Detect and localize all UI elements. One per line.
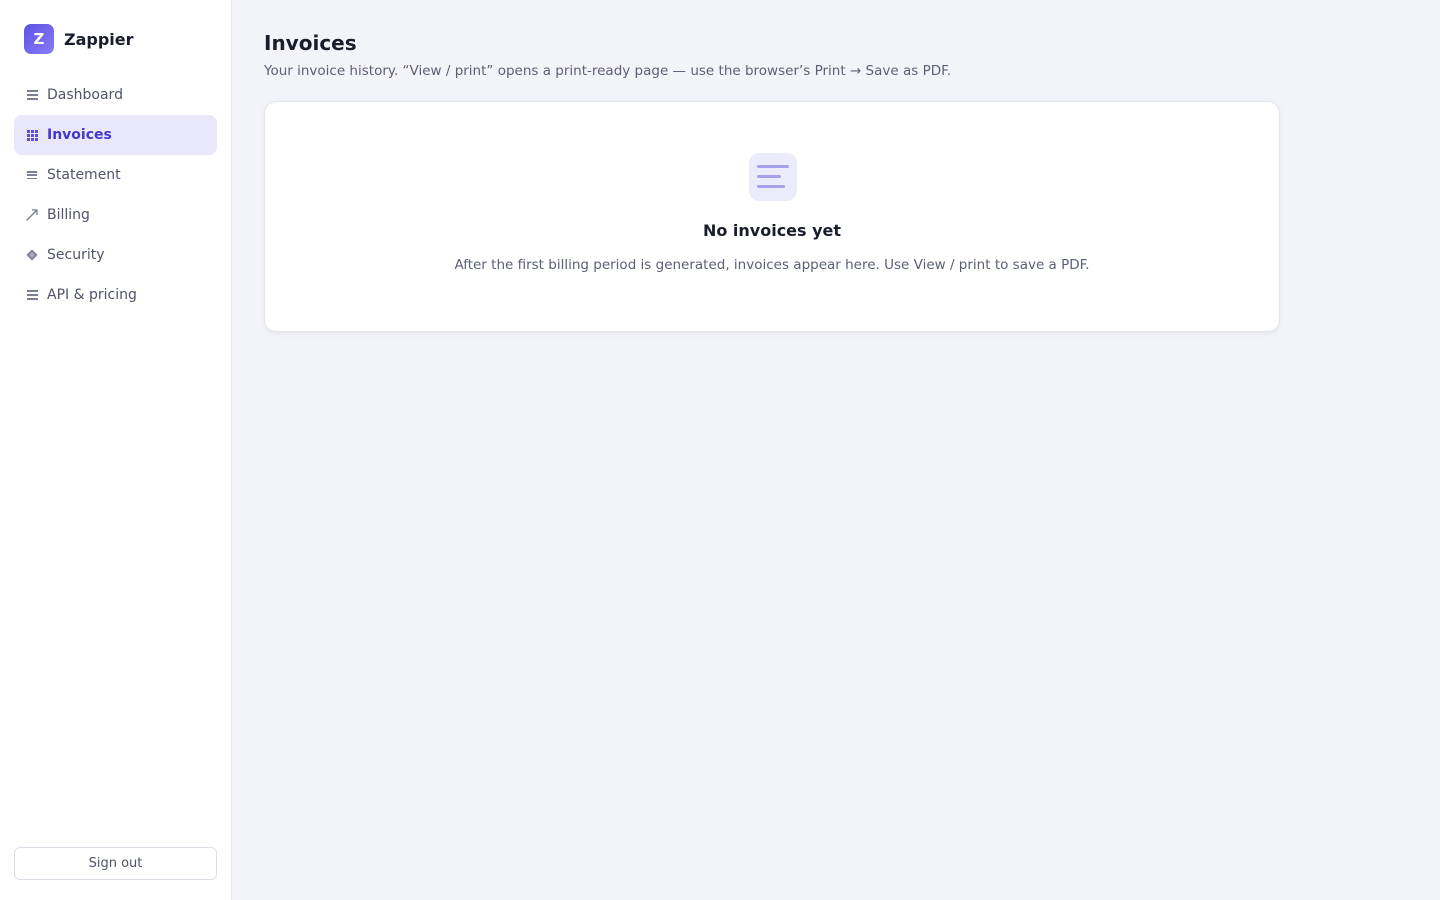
invoices-empty-card: No invoices yet After the first billing … (264, 101, 1280, 332)
empty-state-title: No invoices yet (702, 221, 842, 240)
app-logo: Z (24, 24, 54, 54)
main-content: Invoices Your invoice history. “View / p… (264, 30, 1280, 332)
sidebar: Z Zappier Dashboard Invoices Statement B… (0, 0, 232, 900)
sidebar-item-invoices[interactable]: Invoices (14, 115, 217, 155)
page-title: Invoices (264, 31, 357, 55)
statement-lines-icon (25, 168, 39, 182)
sidebar-item-security[interactable]: Security (14, 235, 217, 275)
sidebar-item-api-pricing[interactable]: API & pricing (14, 275, 217, 315)
sidebar-item-dashboard[interactable]: Dashboard (14, 75, 217, 115)
sidebar-item-label: Dashboard (47, 87, 123, 103)
api-icon (25, 288, 39, 302)
document-lines-icon (749, 153, 797, 201)
app-name: Zappier (64, 29, 134, 49)
billing-arrow-icon (25, 208, 39, 222)
sidebar-item-label: Statement (47, 167, 121, 183)
sidebar-item-statement[interactable]: Statement (14, 155, 217, 195)
sidebar-nav: Dashboard Invoices Statement Billing Sec… (14, 75, 217, 315)
empty-state-description: After the first billing period is genera… (454, 257, 1090, 273)
page-subtitle: Your invoice history. “View / print” ope… (264, 63, 952, 79)
security-diamond-icon (25, 248, 39, 262)
brand[interactable]: Z Zappier (24, 24, 134, 54)
invoices-grid-icon (25, 128, 39, 142)
sidebar-item-label: Billing (47, 207, 90, 223)
sidebar-item-label: API & pricing (47, 287, 137, 303)
dashboard-icon (25, 88, 39, 102)
sidebar-item-label: Invoices (47, 127, 112, 143)
sidebar-item-billing[interactable]: Billing (14, 195, 217, 235)
sign-out-button[interactable]: Sign out (14, 847, 217, 880)
sidebar-item-label: Security (47, 247, 105, 263)
